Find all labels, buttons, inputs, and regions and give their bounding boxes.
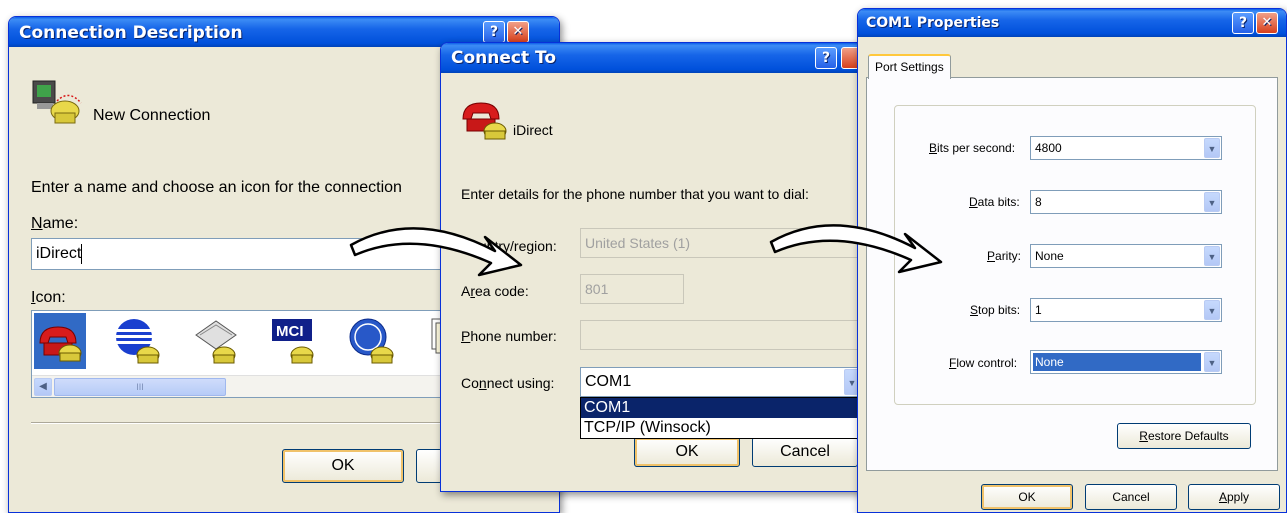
dialog-title: Connect To bbox=[451, 48, 557, 68]
flow-arrow-2-icon bbox=[769, 224, 943, 274]
instruction-text: Enter a name and choose an icon for the … bbox=[31, 179, 402, 196]
area-label-text: ea code: bbox=[475, 283, 529, 299]
data-label-accel: D bbox=[969, 195, 978, 209]
stop-bits-value: 1 bbox=[1035, 303, 1042, 317]
icon-option-mci[interactable]: MCI bbox=[268, 313, 320, 369]
area-code-label: Area code: bbox=[461, 283, 529, 299]
entry-name: iDirect bbox=[513, 122, 553, 138]
icon-option-globe[interactable] bbox=[112, 313, 164, 369]
ge-phone-icon bbox=[349, 318, 394, 364]
name-input-value: iDirect bbox=[36, 245, 82, 262]
text-cursor bbox=[81, 243, 83, 264]
stop-bits-label: Stop bits: bbox=[970, 303, 1020, 317]
stop-label-accel: S bbox=[970, 303, 979, 317]
connect-using-dropdown-list[interactable]: COM1 TCP/IP (Winsock) bbox=[580, 397, 862, 439]
help-button[interactable]: ? bbox=[815, 47, 837, 69]
flow-control-select[interactable]: None ▼ bbox=[1030, 350, 1222, 374]
phone-label-accel: P bbox=[461, 328, 471, 344]
area-code-input[interactable]: 801 bbox=[580, 274, 684, 304]
dialog-title: COM1 Properties bbox=[866, 15, 1000, 31]
bits-label-text: its per second: bbox=[937, 141, 1016, 155]
tab-port-settings[interactable]: Port Settings bbox=[868, 54, 951, 79]
icon-option-ge[interactable] bbox=[346, 313, 398, 369]
name-label: Name: bbox=[31, 215, 78, 233]
flow-control-label: Flow control: bbox=[949, 356, 1017, 370]
data-bits-select[interactable]: 8 ▼ bbox=[1030, 190, 1222, 214]
phone-label-text: hone number: bbox=[470, 328, 557, 344]
chevron-down-icon[interactable]: ▼ bbox=[1204, 352, 1220, 372]
apply-accel: A bbox=[1218, 490, 1227, 504]
icon-option-typewriter[interactable] bbox=[190, 313, 242, 369]
data-bits-value: 8 bbox=[1035, 195, 1042, 209]
icon-label-text: con: bbox=[35, 289, 66, 306]
name-label-accel: N bbox=[31, 215, 43, 232]
bits-per-second-value: 4800 bbox=[1035, 141, 1062, 155]
help-button[interactable]: ? bbox=[1232, 12, 1254, 34]
scroll-left-button[interactable]: ◀ bbox=[34, 378, 52, 396]
connect-label-accel: n bbox=[478, 375, 487, 391]
apply-button[interactable]: Apply bbox=[1188, 484, 1280, 510]
scroll-thumb[interactable]: III bbox=[54, 378, 226, 396]
dialog-title: Connection Description bbox=[19, 23, 243, 43]
bits-per-second-label: Bits per second: bbox=[929, 141, 1015, 155]
restore-accel: R bbox=[1139, 429, 1148, 443]
dropdown-option-tcpip[interactable]: TCP/IP (Winsock) bbox=[581, 418, 861, 438]
new-connection-icon bbox=[32, 80, 82, 124]
area-label-pre: A bbox=[461, 283, 471, 299]
bits-label-accel: B bbox=[929, 141, 938, 155]
ok-button[interactable]: OK bbox=[634, 437, 740, 467]
phone-number-label: Phone number: bbox=[461, 328, 557, 344]
title-bar[interactable]: COM1 Properties ? ✕ bbox=[858, 9, 1286, 37]
restore-defaults-button[interactable]: Restore Defaults bbox=[1117, 423, 1251, 449]
restore-text: estore Defaults bbox=[1147, 429, 1229, 443]
data-bits-label: Data bits: bbox=[969, 195, 1020, 209]
icon-option-red-phone[interactable] bbox=[34, 313, 86, 369]
cancel-button[interactable]: Cancel bbox=[752, 437, 858, 467]
chevron-down-icon[interactable]: ▼ bbox=[1204, 300, 1220, 320]
ok-button[interactable]: OK bbox=[282, 449, 404, 483]
mci-phone-icon: MCI bbox=[272, 319, 314, 364]
chevron-down-icon[interactable]: ▼ bbox=[1204, 192, 1220, 212]
svg-text:MCI: MCI bbox=[276, 323, 304, 340]
stop-bits-select[interactable]: 1 ▼ bbox=[1030, 298, 1222, 322]
connection-name-heading: New Connection bbox=[93, 107, 211, 124]
chevron-down-icon[interactable]: ▼ bbox=[1204, 246, 1220, 266]
parity-label: Parity: bbox=[987, 249, 1021, 263]
title-bar[interactable]: Connect To ? bbox=[441, 43, 869, 73]
parity-select[interactable]: None ▼ bbox=[1030, 244, 1222, 268]
red-phone-icon bbox=[39, 326, 82, 362]
typewriter-phone-icon bbox=[195, 320, 237, 364]
flow-label-text: low control: bbox=[956, 356, 1018, 370]
flow-control-value: None bbox=[1035, 355, 1064, 369]
ok-button[interactable]: OK bbox=[981, 484, 1073, 510]
apply-text: pply bbox=[1227, 490, 1250, 504]
close-button[interactable]: ✕ bbox=[1256, 12, 1278, 34]
bits-per-second-select[interactable]: 4800 ▼ bbox=[1030, 136, 1222, 160]
country-select-value: United States (1) bbox=[585, 235, 691, 251]
connect-label-pre: Co bbox=[461, 375, 479, 391]
close-button[interactable]: ✕ bbox=[507, 21, 529, 43]
parity-label-accel: P bbox=[987, 249, 996, 263]
stop-label-text: top bits: bbox=[978, 303, 1021, 317]
connect-using-value: COM1 bbox=[585, 373, 632, 390]
instruction-text: Enter details for the phone number that … bbox=[461, 186, 809, 202]
connect-label-text: nect using: bbox=[486, 375, 555, 391]
connect-using-label: Connect using: bbox=[461, 375, 554, 391]
help-button[interactable]: ? bbox=[483, 21, 505, 43]
flow-arrow-1-icon bbox=[349, 227, 523, 277]
name-label-text: ame: bbox=[42, 215, 79, 232]
globe-phone-icon bbox=[116, 319, 160, 364]
icon-label: Icon: bbox=[31, 289, 66, 307]
parity-label-text: arity: bbox=[995, 249, 1022, 263]
dropdown-option-com1[interactable]: COM1 bbox=[581, 398, 861, 418]
data-label-text: ata bits: bbox=[977, 195, 1020, 209]
cancel-button[interactable]: Cancel bbox=[1085, 484, 1177, 510]
phone-number-input[interactable] bbox=[580, 320, 869, 350]
chevron-down-icon[interactable]: ▼ bbox=[1204, 138, 1220, 158]
connect-using-select[interactable]: COM1 ▼ bbox=[580, 367, 862, 397]
parity-value: None bbox=[1035, 249, 1064, 263]
phone-entry-icon bbox=[462, 102, 507, 140]
